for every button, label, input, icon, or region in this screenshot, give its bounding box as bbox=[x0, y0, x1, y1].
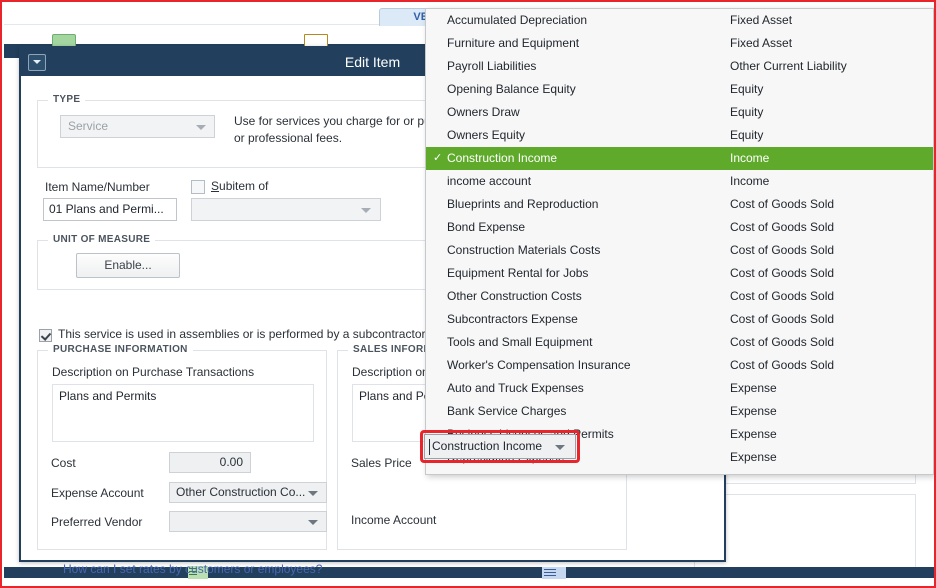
account-type: Income bbox=[730, 147, 769, 170]
account-type: Expense bbox=[730, 377, 777, 400]
account-dropdown-item[interactable]: Payroll Liabilities Other Current Liabili… bbox=[426, 55, 933, 78]
assemblies-label: This service is used in assemblies or is… bbox=[58, 327, 481, 341]
preferred-vendor-label: Preferred Vendor bbox=[51, 515, 142, 529]
account-dropdown-item[interactable]: Other Construction Costs Cost of Goods So… bbox=[426, 285, 933, 308]
set-rates-help-link[interactable]: How can I set rates by customers or empl… bbox=[63, 562, 322, 576]
account-dropdown-item[interactable]: Bond Expense Cost of Goods Sold bbox=[426, 216, 933, 239]
account-type: Fixed Asset bbox=[730, 32, 792, 55]
account-dropdown-item[interactable]: Blueprints and Reproduction Cost of Goods… bbox=[426, 193, 933, 216]
preferred-vendor-select[interactable] bbox=[169, 511, 327, 532]
account-dropdown-item[interactable]: Furniture and Equipment Fixed Asset bbox=[426, 32, 933, 55]
account-name: Worker's Compensation Insurance bbox=[447, 354, 631, 377]
type-select[interactable]: Service bbox=[60, 115, 215, 138]
type-select-value: Service bbox=[68, 119, 108, 133]
account-name: Bond Expense bbox=[447, 216, 525, 239]
account-type: Cost of Goods Sold bbox=[730, 262, 834, 285]
account-type: Cost of Goods Sold bbox=[730, 285, 834, 308]
expense-account-label: Expense Account bbox=[51, 486, 144, 500]
account-name: Bank Service Charges bbox=[447, 400, 566, 423]
chevron-down-icon bbox=[361, 208, 371, 213]
income-account-highlight-box bbox=[420, 430, 580, 463]
account-name: Construction Income bbox=[447, 147, 557, 170]
account-dropdown-item[interactable]: ✓Construction Income Income bbox=[426, 147, 933, 170]
chevron-down-icon bbox=[196, 125, 206, 130]
account-dropdown-item[interactable]: Equipment Rental for Jobs Cost of Goods S… bbox=[426, 262, 933, 285]
income-account-dropdown-list[interactable]: Accumulated DepreciationFixed AssetFurni… bbox=[425, 8, 934, 475]
account-type: Equity bbox=[730, 124, 763, 147]
chevron-down-icon bbox=[308, 491, 318, 496]
account-name: Subcontractors Expense bbox=[447, 308, 578, 331]
account-name: Owners Equity bbox=[447, 124, 525, 147]
account-name: Tools and Small Equipment bbox=[447, 331, 592, 354]
account-dropdown-item[interactable]: Worker's Compensation Insurance Cost of G… bbox=[426, 354, 933, 377]
expense-account-value: Other Construction Co... bbox=[176, 485, 305, 499]
account-type: Equity bbox=[730, 78, 763, 101]
account-dropdown-item[interactable]: Bank Service Charges Expense bbox=[426, 400, 933, 423]
account-dropdown-item[interactable]: Accumulated Depreciation Fixed Asset bbox=[426, 9, 933, 32]
item-name-label: Item Name/Number bbox=[45, 180, 150, 194]
account-dropdown-item[interactable]: Owners Equity Equity bbox=[426, 124, 933, 147]
account-type: Equity bbox=[730, 101, 763, 124]
account-dropdown-item[interactable]: Owners Draw Equity bbox=[426, 101, 933, 124]
account-name: Auto and Truck Expenses bbox=[447, 377, 584, 400]
account-type: Cost of Goods Sold bbox=[730, 331, 834, 354]
item-name-input[interactable]: 01 Plans and Permi... bbox=[43, 198, 177, 221]
account-type: Other Current Liability bbox=[730, 55, 847, 78]
account-dropdown-item[interactable]: Opening Balance Equity Equity bbox=[426, 78, 933, 101]
subitem-select[interactable] bbox=[191, 198, 381, 221]
account-name: Opening Balance Equity bbox=[447, 78, 576, 101]
account-type: Income bbox=[730, 170, 769, 193]
account-name: Owners Draw bbox=[447, 101, 520, 124]
account-dropdown-item[interactable]: income account Income bbox=[426, 170, 933, 193]
account-type: Fixed Asset bbox=[730, 9, 792, 32]
account-type: Cost of Goods Sold bbox=[730, 354, 834, 377]
purchase-description-textarea[interactable]: Plans and Permits bbox=[52, 384, 314, 442]
account-name: Accumulated Depreciation bbox=[447, 9, 587, 32]
purchase-information-legend: PURCHASE INFORMATION bbox=[48, 344, 193, 355]
assemblies-checkbox[interactable] bbox=[39, 329, 52, 342]
account-name: Construction Materials Costs bbox=[447, 239, 600, 262]
purchase-description-label: Description on Purchase Transactions bbox=[52, 365, 254, 379]
type-group-legend: TYPE bbox=[48, 94, 85, 105]
account-type: Cost of Goods Sold bbox=[730, 239, 834, 262]
enable-unit-of-measure-button[interactable]: Enable... bbox=[76, 253, 180, 278]
account-name: Blueprints and Reproduction bbox=[447, 193, 598, 216]
account-type: Expense bbox=[730, 400, 777, 423]
account-name: income account bbox=[447, 170, 531, 193]
account-name: Payroll Liabilities bbox=[447, 55, 536, 78]
account-type: Cost of Goods Sold bbox=[730, 308, 834, 331]
sales-price-label: Sales Price bbox=[351, 456, 412, 470]
account-type: Expense bbox=[730, 423, 777, 446]
subitem-label: Subitem of bbox=[211, 179, 268, 193]
account-type: Cost of Goods Sold bbox=[730, 193, 834, 216]
screenshot-frame: VEN Refunds & Credits Edit Item TYPE bbox=[0, 0, 936, 588]
account-name: Equipment Rental for Jobs bbox=[447, 262, 588, 285]
background-lower-panel bbox=[694, 494, 916, 569]
account-dropdown-item[interactable]: Auto and Truck Expenses Expense bbox=[426, 377, 933, 400]
account-type: Expense bbox=[730, 446, 777, 469]
account-dropdown-item[interactable]: Tools and Small Equipment Cost of Goods S… bbox=[426, 331, 933, 354]
income-account-label: Income Account bbox=[351, 513, 436, 527]
chevron-down-icon bbox=[308, 520, 318, 525]
account-name: Other Construction Costs bbox=[447, 285, 582, 308]
check-icon bbox=[542, 567, 566, 579]
subitem-checkbox[interactable] bbox=[191, 180, 205, 194]
expense-account-select[interactable]: Other Construction Co... bbox=[169, 482, 327, 503]
cost-input[interactable]: 0.00 bbox=[169, 452, 251, 473]
account-type: Cost of Goods Sold bbox=[730, 216, 834, 239]
account-name: Furniture and Equipment bbox=[447, 32, 579, 55]
check-icon: ✓ bbox=[433, 147, 445, 170]
account-dropdown-item[interactable]: Construction Materials Costs Cost of Good… bbox=[426, 239, 933, 262]
account-dropdown-item[interactable]: Subcontractors Expense Cost of Goods Sold bbox=[426, 308, 933, 331]
cost-label: Cost bbox=[51, 456, 76, 470]
unit-of-measure-legend: UNIT OF MEASURE bbox=[48, 234, 155, 245]
